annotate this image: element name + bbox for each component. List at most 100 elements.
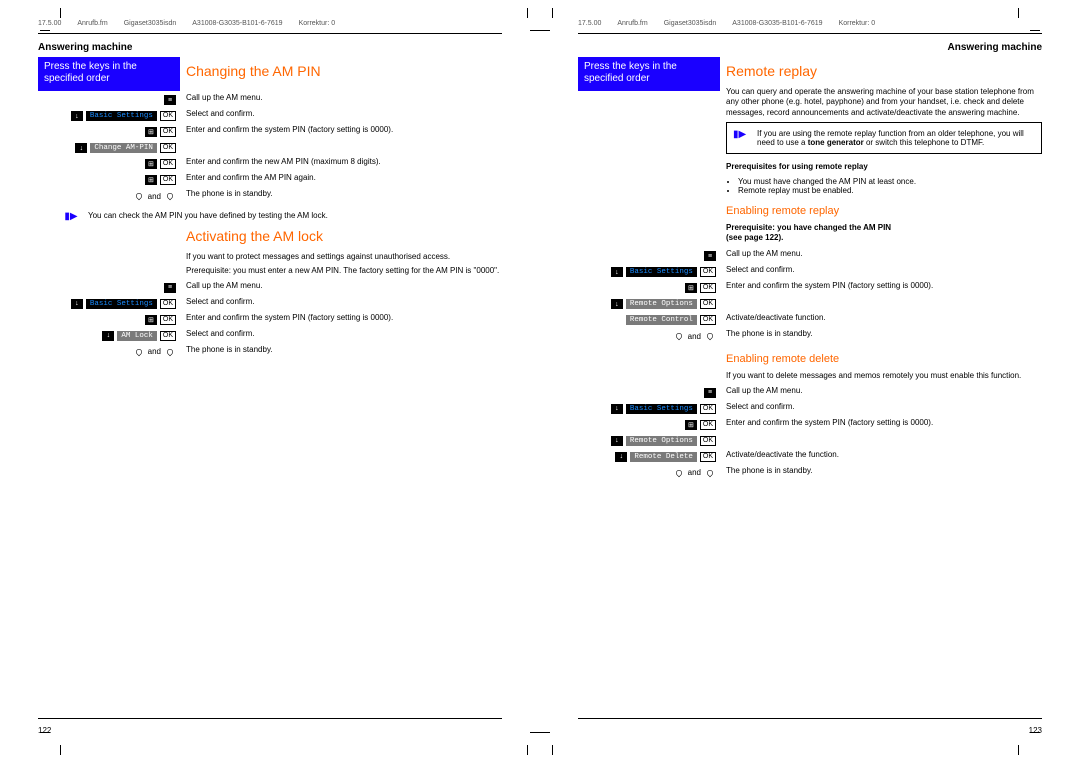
step-text: Activate/deactivate function. xyxy=(720,313,1042,327)
meta-code: A31008-G3035-B101-6-7619 xyxy=(732,20,822,27)
heading-am-lock: Activating the AM lock xyxy=(186,228,502,244)
key-order-box: Press the keys in the specified order xyxy=(38,57,180,91)
note-arrow-icon: ▮▶ xyxy=(733,129,746,140)
note-text: or switch this telephone to DTMF. xyxy=(864,138,985,147)
menu-remote-options: Remote Options xyxy=(626,299,697,309)
menu-remote-delete: Remote Delete xyxy=(630,452,697,462)
down-icon xyxy=(615,452,627,462)
step-text: The phone is in standby. xyxy=(180,189,502,203)
step-text: Select and confirm. xyxy=(180,297,502,311)
ok-button: OK xyxy=(700,267,716,277)
ok-button: OK xyxy=(160,315,176,325)
step-text: The phone is in standby. xyxy=(720,466,1042,480)
step-text: Enter and confirm the new AM PIN (maximu… xyxy=(180,157,502,171)
ok-button: OK xyxy=(160,175,176,185)
ok-button: OK xyxy=(160,143,176,153)
menu-basic: Basic Settings xyxy=(86,299,157,309)
handset-icon xyxy=(674,468,682,476)
ok-button: OK xyxy=(700,283,716,293)
meta-code: A31008-G3035-B101-6-7619 xyxy=(192,20,282,27)
step-text: Call up the AM menu. xyxy=(180,93,502,107)
menu-icon: ≡ xyxy=(704,388,716,398)
menu-icon: ≡ xyxy=(704,251,716,261)
step-text: Call up the AM menu. xyxy=(180,281,502,295)
header-meta: 17.5.00 Anrufb.fm Gigaset3035isdn A31008… xyxy=(578,20,1042,34)
menu-am-lock: AM Lock xyxy=(117,331,157,341)
meta-model: Gigaset3035isdn xyxy=(124,20,177,27)
ok-button: OK xyxy=(700,452,716,462)
meta-file: Anrufb.fm xyxy=(617,20,647,27)
meta-date: 17.5.00 xyxy=(38,20,61,27)
keypad-icon: ⊞ xyxy=(145,127,157,137)
page-number: 123 xyxy=(1029,726,1042,735)
section-title: Answering machine xyxy=(38,42,502,53)
step-text xyxy=(180,141,502,155)
handset-icon xyxy=(706,332,714,340)
meta-model: Gigaset3035isdn xyxy=(664,20,717,27)
and-text: and xyxy=(688,332,701,341)
menu-remote-options: Remote Options xyxy=(626,436,697,446)
list-item: Remote replay must be enabled. xyxy=(738,186,1042,195)
menu-basic: Basic Settings xyxy=(626,267,697,277)
step-text: Call up the AM menu. xyxy=(720,386,1042,400)
ok-button: OK xyxy=(700,436,716,446)
menu-remote-control: Remote Control xyxy=(626,315,697,325)
section-title: Answering machine xyxy=(578,42,1042,53)
ok-button: OK xyxy=(700,404,716,414)
down-icon xyxy=(611,436,623,446)
heading-enable-replay: Enabling remote replay xyxy=(726,205,1042,217)
ok-button: OK xyxy=(700,299,716,309)
menu-basic: Basic Settings xyxy=(626,404,697,414)
down-icon xyxy=(611,299,623,309)
handset-icon xyxy=(134,192,142,200)
ok-button: OK xyxy=(160,159,176,169)
keypad-icon: ⊞ xyxy=(685,283,697,293)
note-text: You can check the AM PIN you have define… xyxy=(88,211,502,222)
step-text: Select and confirm. xyxy=(720,265,1042,279)
ok-button: OK xyxy=(160,127,176,137)
ok-button: OK xyxy=(700,315,716,325)
step-text: Enter and confirm the system PIN (factor… xyxy=(180,313,502,327)
page-right: 17.5.00 Anrufb.fm Gigaset3035isdn A31008… xyxy=(540,0,1080,763)
heading-enable-delete: Enabling remote delete xyxy=(726,353,1042,365)
handset-icon xyxy=(674,332,682,340)
menu-icon: ≡ xyxy=(164,283,176,293)
step-text: Enter and confirm the system PIN (factor… xyxy=(720,281,1042,295)
keypad-icon: ⊞ xyxy=(145,175,157,185)
ok-button: OK xyxy=(160,299,176,309)
handset-icon xyxy=(134,348,142,356)
handset-icon xyxy=(166,192,174,200)
and-text: and xyxy=(148,192,161,201)
note-arrow-icon: ▮▶ xyxy=(64,211,77,222)
header-meta: 17.5.00 Anrufb.fm Gigaset3035isdn A31008… xyxy=(38,20,502,34)
and-text: and xyxy=(148,347,161,356)
step-text: The phone is in standby. xyxy=(720,329,1042,343)
down-icon xyxy=(71,111,83,121)
step-text xyxy=(720,297,1042,311)
page-number: 122 xyxy=(38,726,51,735)
down-icon xyxy=(611,267,623,277)
heading-remote-replay: Remote replay xyxy=(726,63,1042,79)
prereq-line: Prerequisite: you have changed the AM PI… xyxy=(726,223,1042,244)
para: If you want to protect messages and sett… xyxy=(186,252,502,262)
list-item: You must have changed the AM PIN at leas… xyxy=(738,177,1042,186)
page-left: 17.5.00 Anrufb.fm Gigaset3035isdn A31008… xyxy=(0,0,540,763)
para: If you want to delete messages and memos… xyxy=(726,371,1042,381)
step-text: Select and confirm. xyxy=(720,402,1042,416)
step-text: Activate/deactivate the function. xyxy=(720,450,1042,464)
meta-korr: Korrektur: 0 xyxy=(299,20,336,27)
menu-change-pin: Change AM-PIN xyxy=(90,143,157,153)
note-box: ▮▶ If you are using the remote replay fu… xyxy=(726,122,1042,154)
step-text: Enter and confirm the AM PIN again. xyxy=(180,173,502,187)
meta-date: 17.5.00 xyxy=(578,20,601,27)
step-text: Select and confirm. xyxy=(180,329,502,343)
step-text: Select and confirm. xyxy=(180,109,502,123)
page-spread: 17.5.00 Anrufb.fm Gigaset3035isdn A31008… xyxy=(0,0,1080,763)
menu-basic: Basic Settings xyxy=(86,111,157,121)
step-text xyxy=(720,434,1042,448)
meta-korr: Korrektur: 0 xyxy=(839,20,876,27)
step-text: Enter and confirm the system PIN (factor… xyxy=(180,125,502,139)
down-icon xyxy=(102,331,114,341)
heading-change-pin: Changing the AM PIN xyxy=(186,63,502,79)
meta-file: Anrufb.fm xyxy=(77,20,107,27)
